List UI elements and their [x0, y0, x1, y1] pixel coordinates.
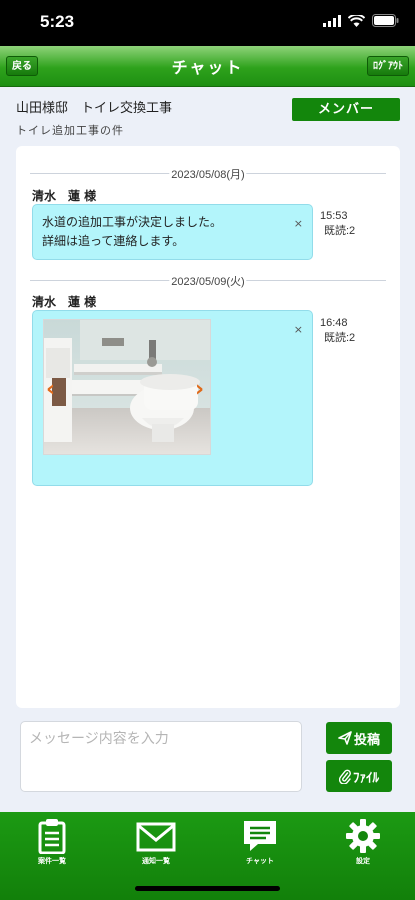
- next-image-button[interactable]: ›: [195, 377, 204, 402]
- gear-icon: [346, 819, 380, 853]
- date-separator: 2023/05/09(火): [30, 273, 386, 289]
- battery-icon: [372, 14, 399, 27]
- paperclip-icon: [339, 769, 351, 784]
- read-count: 既読:2: [324, 225, 356, 237]
- chat-message-list[interactable]: 2023/05/08(月) 清水 蓮 様 水道の追加工事が決定しました。 詳細は…: [16, 146, 400, 708]
- message-line: 詳細は追って連絡します。: [42, 234, 185, 248]
- file-button-label: ﾌｧｲﾙ: [353, 770, 379, 786]
- status-bar: 5:23: [0, 0, 415, 46]
- message-meta: 15:53 既読:2: [320, 209, 355, 239]
- project-title: 山田様邸 トイレ交換工事: [16, 101, 173, 116]
- message-meta: 16:48 既読:2: [320, 316, 355, 346]
- post-button[interactable]: 投稿: [326, 722, 392, 754]
- status-icons: [323, 14, 399, 27]
- message-sender: 清水 蓮 様: [32, 295, 97, 309]
- read-count: 既読:2: [324, 332, 356, 344]
- home-indicator[interactable]: [135, 886, 280, 891]
- image-attachment[interactable]: [43, 319, 211, 455]
- tab-label: チャット: [246, 857, 274, 865]
- tab-chat[interactable]: チャット: [218, 816, 302, 876]
- date-separator: 2023/05/08(月): [30, 166, 386, 182]
- previous-image-button[interactable]: ‹: [46, 377, 55, 402]
- message-sender: 清水 蓮 様: [32, 189, 97, 203]
- message-bubble: ‹ › ×: [32, 310, 313, 486]
- wifi-icon: [348, 14, 365, 27]
- tab-label: 通知一覧: [142, 857, 170, 865]
- message-text: 水道の追加工事が決定しました。 詳細は追って連絡します。: [42, 213, 222, 251]
- message-bubble: 水道の追加工事が決定しました。 詳細は追って連絡します。 ×: [32, 204, 313, 260]
- chat-icon: [244, 821, 276, 851]
- tab-label: 案件一覧: [38, 857, 66, 865]
- envelope-icon: [136, 822, 176, 852]
- page-title: チャット: [171, 58, 244, 77]
- post-button-label: 投稿: [353, 732, 380, 748]
- nav-bar: 戻る チャット ﾛｸﾞｱｳﾄ: [0, 46, 415, 87]
- clipboard-icon: [38, 819, 66, 854]
- tab-project-list[interactable]: 案件一覧: [10, 816, 94, 876]
- message-time: 15:53: [320, 210, 348, 222]
- tab-notification-list[interactable]: 通知一覧: [114, 816, 198, 876]
- send-icon: [338, 731, 352, 745]
- delete-message-button[interactable]: ×: [294, 217, 303, 230]
- date-label: 2023/05/09(火): [169, 273, 247, 289]
- delete-message-button[interactable]: ×: [294, 323, 303, 336]
- message-input[interactable]: メッセージ内容を入力: [20, 721, 302, 792]
- file-button[interactable]: ﾌｧｲﾙ: [326, 760, 392, 792]
- project-subtitle: トイレ追加工事の件: [16, 124, 124, 137]
- message-time: 16:48: [320, 317, 348, 329]
- tab-settings[interactable]: 設定: [321, 816, 405, 876]
- date-label: 2023/05/08(月): [169, 166, 247, 182]
- cellular-signal-icon: [323, 14, 341, 27]
- logout-button[interactable]: ﾛｸﾞｱｳﾄ: [367, 56, 409, 76]
- member-button[interactable]: メンバー: [292, 98, 400, 121]
- status-time: 5:23: [40, 12, 75, 31]
- message-line: 水道の追加工事が決定しました。: [42, 215, 223, 229]
- tab-label: 設定: [356, 857, 370, 865]
- toilet-photo: [44, 320, 210, 454]
